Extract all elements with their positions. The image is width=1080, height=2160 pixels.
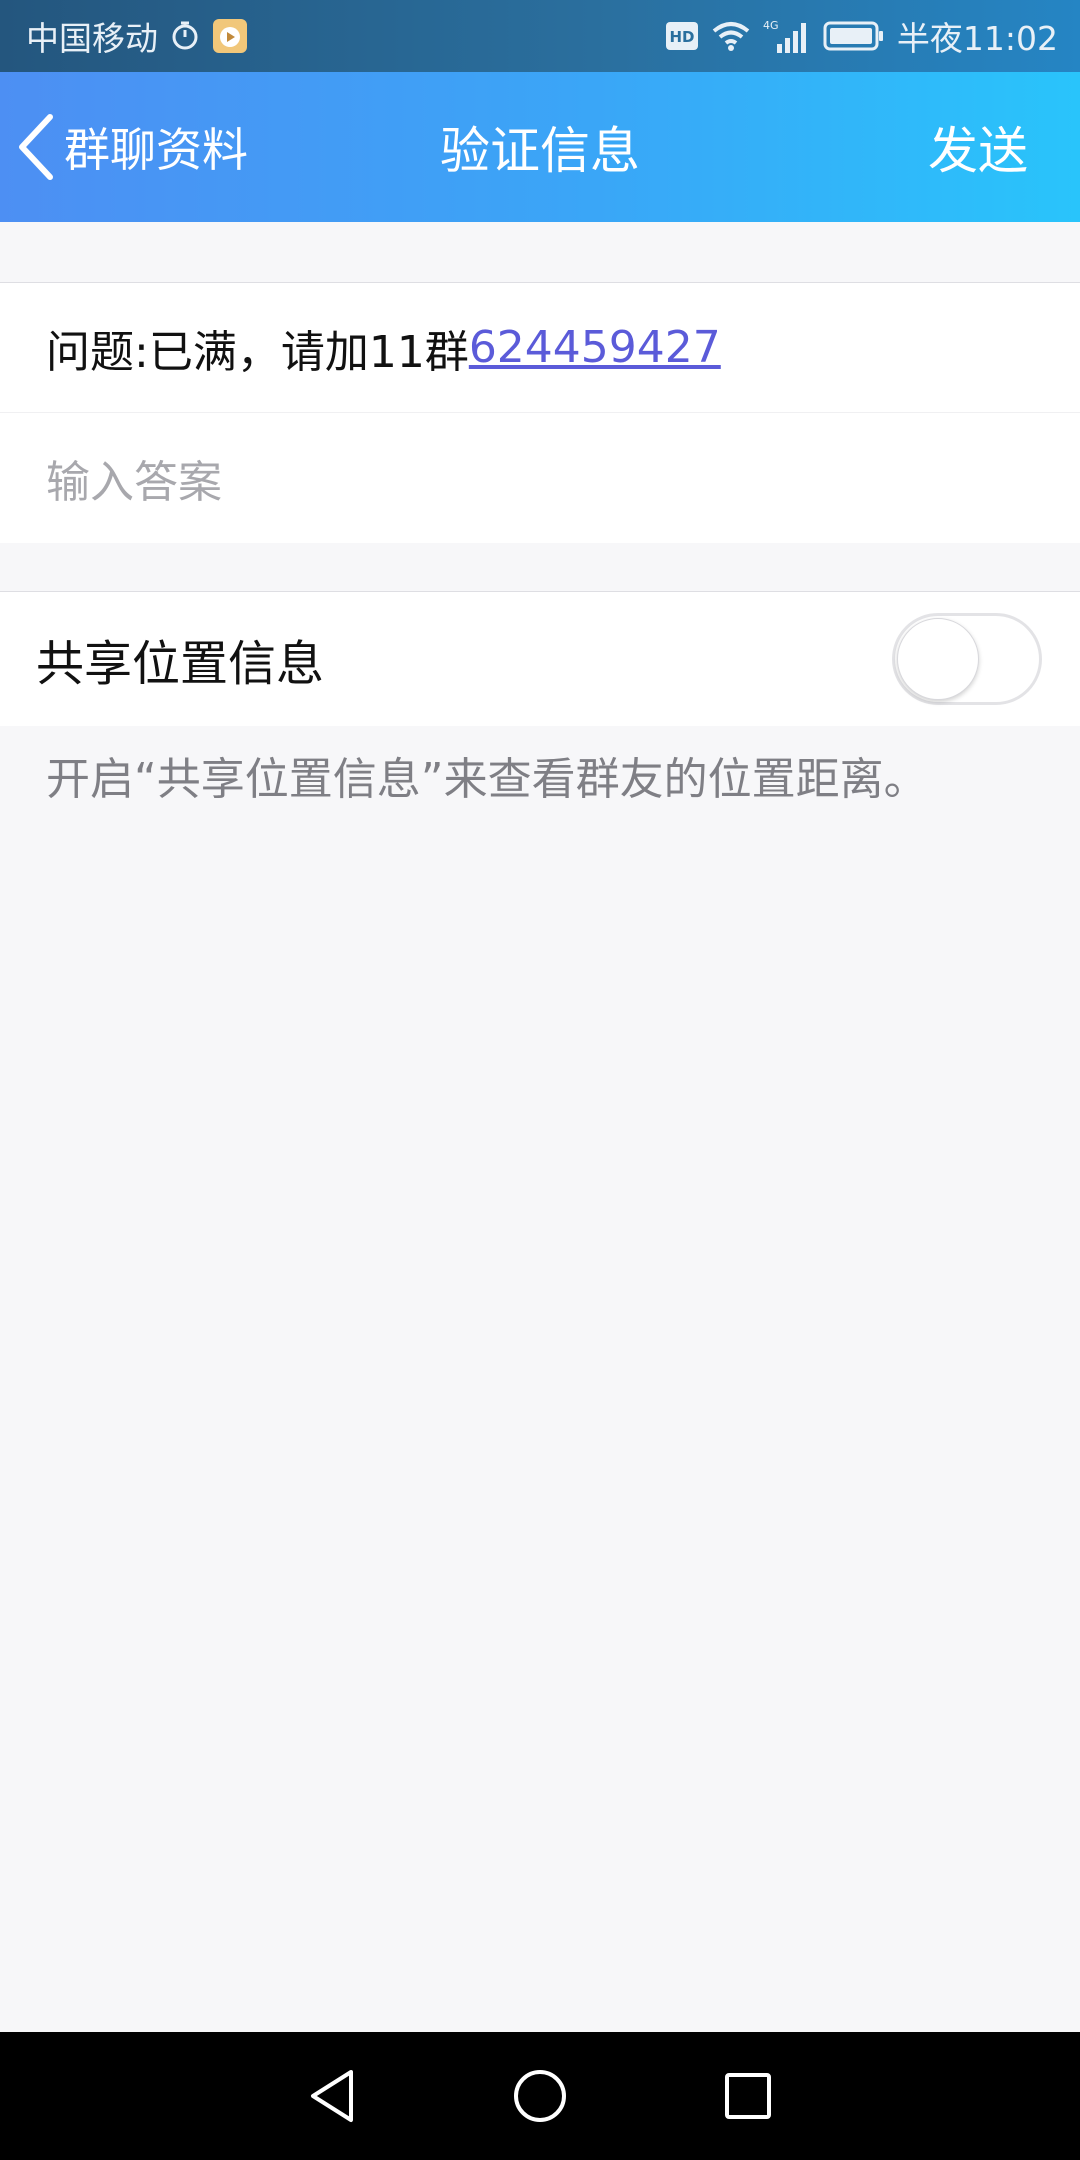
back-button[interactable]: 群聊资料 xyxy=(14,72,248,222)
group-number-link[interactable]: 624459427 xyxy=(469,322,721,373)
answer-input[interactable]: 输入答案 xyxy=(0,413,1080,543)
question-text: 问题:已满，请加11群 xyxy=(46,326,469,378)
toggle-knob xyxy=(897,618,979,700)
alarm-icon xyxy=(170,21,200,51)
system-home-button[interactable] xyxy=(510,2066,570,2126)
question-row: 问题:已满，请加11群 624459427 xyxy=(0,283,1080,413)
share-location-row: 共享位置信息 xyxy=(0,592,1080,726)
network-type-text: 4G xyxy=(763,19,779,32)
system-navigation-bar xyxy=(0,2032,1080,2160)
hd-icon: HD xyxy=(665,21,699,51)
clock-label: 半夜11:02 xyxy=(896,19,1058,58)
system-recents-button[interactable] xyxy=(718,2066,778,2126)
share-location-hint: 开启“共享位置信息”来查看群友的位置距离。 xyxy=(46,754,928,805)
wifi-icon xyxy=(711,20,751,52)
back-label: 群聊资料 xyxy=(64,123,248,177)
status-bar-right: HD 4G 半夜11:02 xyxy=(665,12,1058,60)
send-button[interactable]: 发送 xyxy=(928,72,1028,222)
app-notification-icon xyxy=(212,18,248,54)
system-back-button[interactable] xyxy=(302,2066,362,2126)
verification-card: 问题:已满，请加11群 624459427 输入答案 xyxy=(0,282,1080,543)
page: 中国移动 HD 4G 半夜11:02 群聊资料 验证信息 发送 问题:已满，请加… xyxy=(0,0,1080,2160)
content: 问题:已满，请加11群 624459427 输入答案 共享位置信息 开启“共享位置… xyxy=(0,222,1080,834)
status-bar: 中国移动 HD 4G 半夜11:02 xyxy=(0,0,1080,72)
hd-badge-text: HD xyxy=(669,28,694,46)
back-triangle-icon xyxy=(307,2068,357,2124)
carrier-label: 中国移动 xyxy=(26,19,158,58)
battery-icon xyxy=(823,21,885,51)
location-card: 共享位置信息 xyxy=(0,591,1080,726)
share-location-toggle[interactable] xyxy=(892,613,1042,705)
recents-square-icon xyxy=(723,2071,773,2121)
top-gap xyxy=(0,222,1080,282)
status-bar-left: 中国移动 xyxy=(26,12,248,60)
home-circle-icon xyxy=(512,2068,568,2124)
share-location-label: 共享位置信息 xyxy=(36,636,325,692)
answer-placeholder: 输入答案 xyxy=(46,457,222,508)
navigation-bar: 群聊资料 验证信息 发送 xyxy=(0,72,1080,222)
signal-icon: 4G xyxy=(763,18,811,54)
back-chevron-icon xyxy=(14,112,58,182)
